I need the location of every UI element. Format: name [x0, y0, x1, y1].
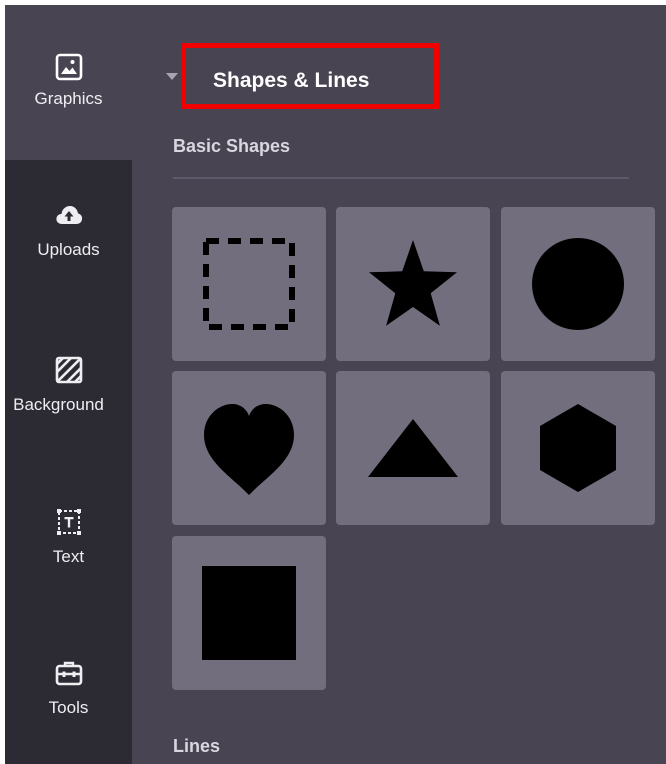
sidebar-item-label: Background [13, 395, 104, 414]
triangle-icon [368, 419, 458, 477]
sidebar-item-tools[interactable]: Tools [5, 658, 132, 718]
shape-hexagon[interactable] [501, 371, 655, 525]
sidebar-item-uploads[interactable]: Uploads [5, 200, 132, 260]
image-icon [55, 53, 82, 81]
cloud-upload-icon [55, 206, 82, 224]
shape-heart[interactable] [172, 371, 326, 525]
shape-triangle[interactable] [336, 371, 490, 525]
section-label-basic-shapes: Basic Shapes [173, 136, 291, 156]
shape-dashed-square[interactable] [172, 207, 326, 361]
highlight-box [181, 43, 439, 109]
sidebar-item-graphics[interactable]: Graphics [5, 5, 132, 160]
sidebar-item-label: Text [52, 547, 85, 566]
shapes-panel: Shapes & Lines Basic Shapes Lines [132, 5, 666, 764]
background-pattern-icon [55, 356, 82, 384]
sidebar-item-background[interactable]: Background [5, 355, 132, 415]
shape-square[interactable] [172, 536, 326, 690]
app-frame: Graphics Uploads Background Text Tools S… [5, 5, 666, 764]
shape-star[interactable] [336, 207, 490, 361]
star-icon [369, 240, 457, 326]
sidebar-item-label: Graphics [34, 89, 103, 108]
toolbox-icon [55, 661, 82, 686]
text-box-icon [56, 509, 81, 535]
section-divider [173, 177, 629, 179]
sidebar: Graphics Uploads Background Text Tools [5, 5, 132, 764]
heart-icon [204, 403, 294, 495]
circle-icon [532, 238, 624, 330]
sidebar-item-label: Uploads [37, 240, 100, 259]
square-icon [202, 566, 296, 660]
sidebar-item-text[interactable]: Text [5, 507, 132, 567]
sidebar-item-label: Tools [48, 698, 89, 717]
dashed-square-icon [203, 238, 295, 330]
shape-circle[interactable] [501, 207, 655, 361]
collapse-caret-icon[interactable] [166, 73, 178, 80]
section-label-lines: Lines [173, 736, 221, 756]
hexagon-icon [540, 404, 616, 492]
